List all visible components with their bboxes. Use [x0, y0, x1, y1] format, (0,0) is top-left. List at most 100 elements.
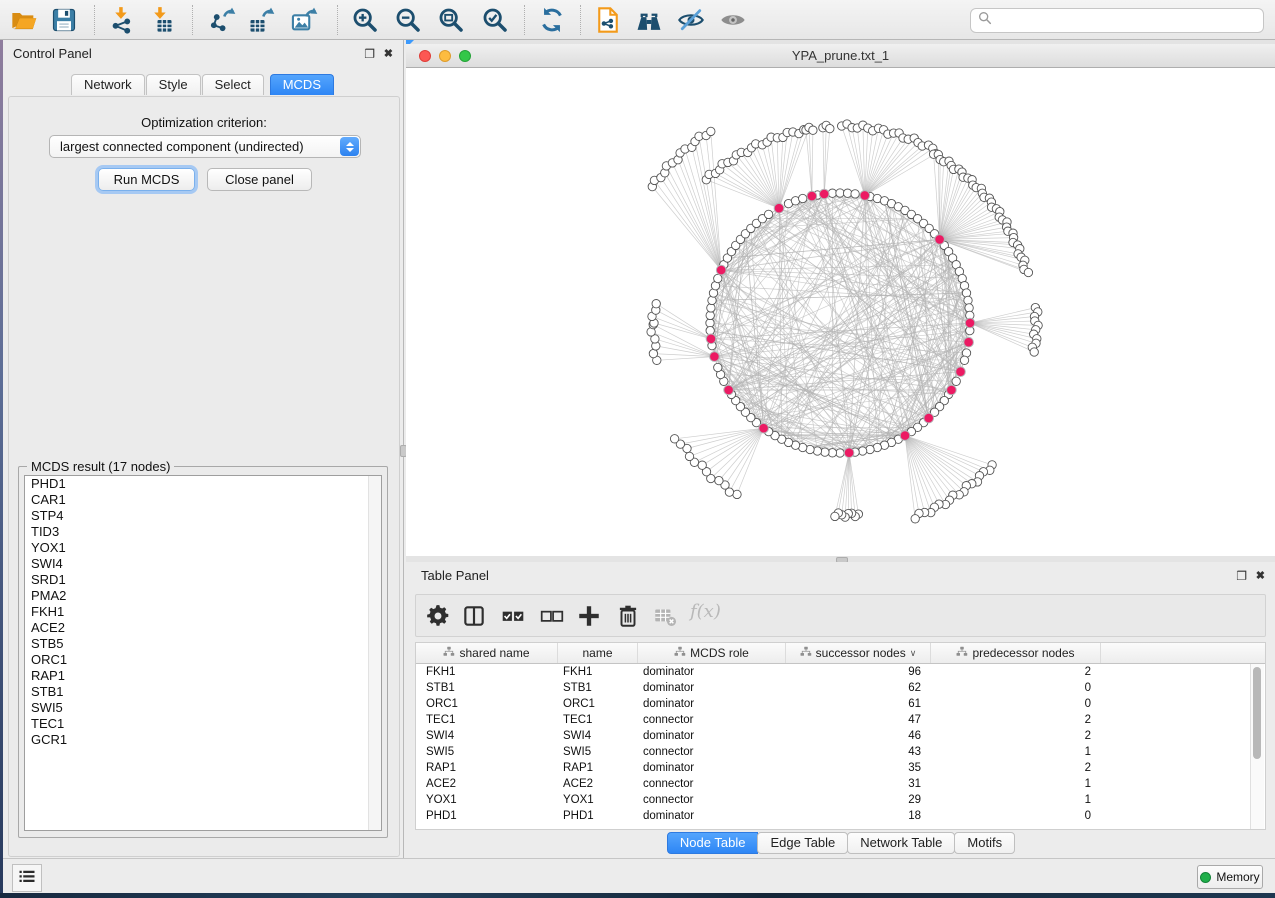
- tab-motifs[interactable]: Motifs: [954, 832, 1015, 854]
- mcds-result-item[interactable]: PMA2: [25, 588, 381, 604]
- network-window-titlebar[interactable]: YPA_prune.txt_1: [406, 44, 1275, 68]
- tab-network[interactable]: Network: [71, 74, 145, 95]
- table-row[interactable]: ORC1ORC1dominator610: [416, 696, 1265, 712]
- sort-desc-icon: ∨: [910, 648, 917, 659]
- zoom-in-icon[interactable]: [351, 6, 379, 34]
- hide-selected-icon[interactable]: [677, 6, 705, 34]
- deselect-all-icon[interactable]: [539, 603, 565, 629]
- mcds-result-item[interactable]: ORC1: [25, 652, 381, 668]
- table-row[interactable]: PHD1PHD1dominator180: [416, 808, 1265, 824]
- mcds-result-item[interactable]: YOX1: [25, 540, 381, 556]
- import-table-icon[interactable]: [147, 6, 175, 34]
- cell-name: SWI5: [558, 744, 638, 760]
- table-row[interactable]: SWI5SWI5connector431: [416, 744, 1265, 760]
- mcds-result-item[interactable]: TID3: [25, 524, 381, 540]
- control-panel-tabs: NetworkStyleSelect MCDS: [3, 74, 403, 95]
- table-row[interactable]: SWI4SWI4dominator462: [416, 728, 1265, 744]
- mcds-result-item[interactable]: STB5: [25, 636, 381, 652]
- tab-node-table[interactable]: Node Table: [667, 832, 759, 854]
- mcds-result-item[interactable]: STP4: [25, 508, 381, 524]
- cell-predecessor-nodes: 2: [931, 728, 1101, 744]
- table-settings-icon[interactable]: [425, 603, 451, 629]
- cell-predecessor-nodes: 1: [931, 744, 1101, 760]
- mcds-result-item[interactable]: ACE2: [25, 620, 381, 636]
- task-history-button[interactable]: [12, 864, 42, 892]
- memory-status-icon: [1200, 872, 1211, 883]
- criterion-select[interactable]: largest connected component (undirected): [49, 135, 361, 158]
- mcds-result-item[interactable]: STB1: [25, 684, 381, 700]
- mcds-result-item[interactable]: CAR1: [25, 492, 381, 508]
- close-panel-button[interactable]: Close panel: [207, 168, 312, 191]
- network-graph: [406, 68, 1275, 556]
- table-row[interactable]: FKH1FKH1dominator962: [416, 664, 1265, 680]
- cell-name: RAP1: [558, 760, 638, 776]
- column-header-predecessor-nodes[interactable]: predecessor nodes: [931, 643, 1101, 663]
- close-table-panel-icon[interactable]: ✖: [1256, 570, 1265, 582]
- zoom-out-icon[interactable]: [394, 6, 422, 34]
- column-header-filler: [1101, 643, 1265, 663]
- table-row[interactable]: RAP1RAP1dominator352: [416, 760, 1265, 776]
- result-scrollbar[interactable]: [368, 476, 381, 830]
- export-image-icon[interactable]: [290, 6, 318, 34]
- refresh-layout-icon[interactable]: [538, 6, 566, 34]
- cell-successor-nodes: 31: [786, 776, 931, 792]
- run-mcds-button[interactable]: Run MCDS: [98, 168, 195, 191]
- cell-name: PHD1: [558, 808, 638, 824]
- cell-shared-name: TEC1: [416, 712, 558, 728]
- tab-network-table[interactable]: Network Table: [847, 832, 955, 854]
- open-file-icon[interactable]: [10, 6, 38, 34]
- select-all-icon[interactable]: [500, 603, 526, 629]
- show-columns-icon[interactable]: [461, 603, 487, 629]
- zoom-selected-icon[interactable]: [481, 6, 509, 34]
- column-header-name[interactable]: name: [558, 643, 638, 663]
- toolbar-separator: [580, 5, 581, 35]
- close-panel-icon[interactable]: ✖: [384, 48, 393, 60]
- mcds-result-item[interactable]: SWI5: [25, 700, 381, 716]
- cell-MCDS-role: dominator: [638, 664, 786, 680]
- cell-name: ACE2: [558, 776, 638, 792]
- delete-table-icon: [652, 603, 678, 629]
- cell-name: SWI4: [558, 728, 638, 744]
- mcds-result-item[interactable]: SRD1: [25, 572, 381, 588]
- memory-button[interactable]: Memory: [1197, 865, 1263, 889]
- zoom-fit-icon[interactable]: [437, 6, 465, 34]
- table-row[interactable]: STB1STB1dominator620: [416, 680, 1265, 696]
- network-file-icon[interactable]: [594, 6, 622, 34]
- export-network-icon[interactable]: [208, 6, 236, 34]
- column-header-MCDS-role[interactable]: MCDS role: [638, 643, 786, 663]
- column-header-successor-nodes[interactable]: successor nodes∨: [786, 643, 931, 663]
- table-scrollbar[interactable]: [1250, 664, 1264, 829]
- function-builder-icon: f(x): [690, 601, 716, 627]
- save-session-icon[interactable]: [50, 6, 78, 34]
- desktop-wallpaper-bottom: [0, 893, 1275, 898]
- export-table-icon[interactable]: [247, 6, 275, 34]
- import-network-icon[interactable]: [108, 6, 136, 34]
- first-neighbors-icon[interactable]: [635, 6, 663, 34]
- node-table: shared namenameMCDS rolesuccessor nodes∨…: [415, 642, 1266, 830]
- delete-row-icon[interactable]: [615, 603, 641, 629]
- mcds-result-item[interactable]: SWI4: [25, 556, 381, 572]
- cell-predecessor-nodes: 0: [931, 696, 1101, 712]
- hierarchy-icon: [800, 646, 812, 661]
- tab-mcds[interactable]: MCDS: [270, 74, 334, 95]
- search-input[interactable]: [970, 8, 1264, 33]
- tab-edge-table[interactable]: Edge Table: [757, 832, 848, 854]
- mcds-result-item[interactable]: GCR1: [25, 732, 381, 748]
- table-row[interactable]: YOX1YOX1connector291: [416, 792, 1265, 808]
- tab-select[interactable]: Select: [202, 74, 264, 95]
- add-row-icon[interactable]: [576, 603, 602, 629]
- mcds-result-item[interactable]: FKH1: [25, 604, 381, 620]
- table-row[interactable]: ACE2ACE2connector311: [416, 776, 1265, 792]
- column-header-shared-name[interactable]: shared name: [416, 643, 558, 663]
- tab-style[interactable]: Style: [146, 74, 201, 95]
- table-scrollbar-thumb[interactable]: [1253, 667, 1261, 759]
- mcds-result-item[interactable]: RAP1: [25, 668, 381, 684]
- network-canvas[interactable]: [406, 68, 1275, 556]
- table-row[interactable]: TEC1TEC1connector472: [416, 712, 1265, 728]
- float-panel-icon[interactable]: ❐: [364, 48, 375, 60]
- cell-predecessor-nodes: 0: [931, 808, 1101, 824]
- mcds-result-item[interactable]: PHD1: [25, 476, 381, 492]
- mcds-result-item[interactable]: TEC1: [25, 716, 381, 732]
- float-table-panel-icon[interactable]: ❐: [1236, 570, 1247, 582]
- mcds-result-list[interactable]: PHD1CAR1STP4TID3YOX1SWI4SRD1PMA2FKH1ACE2…: [24, 475, 382, 831]
